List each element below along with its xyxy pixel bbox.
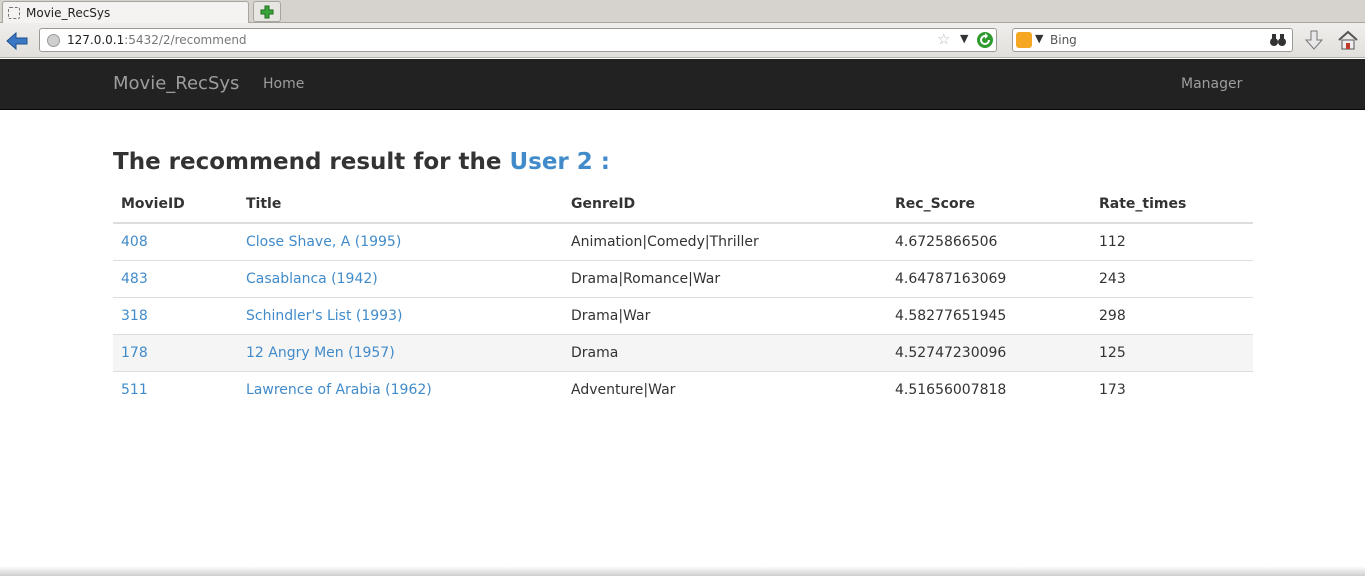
movie-id-link[interactable]: 483 — [121, 271, 148, 287]
plus-icon — [260, 5, 274, 18]
rate-times-cell: 243 — [1091, 259, 1253, 297]
table-row: 178 12 Angry Men (1957) Drama 4.52747230… — [113, 333, 1253, 371]
user-link[interactable]: User 2 : — [509, 149, 610, 175]
table-row: 483 Casablanca (1942) Drama|Romance|War … — [113, 259, 1253, 297]
rate-times-cell: 173 — [1091, 370, 1253, 408]
recommendation-table: MovieID Title GenreID Rec_Score Rate_tim… — [113, 186, 1253, 408]
genre-cell: Adventure|War — [563, 370, 887, 408]
globe-icon — [47, 34, 60, 47]
table-row: 318 Schindler's List (1993) Drama|War 4.… — [113, 296, 1253, 334]
page-icon — [8, 6, 20, 19]
download-arrow-icon[interactable] — [1304, 29, 1324, 51]
table-row: 408 Close Shave, A (1995) Animation|Come… — [113, 222, 1253, 260]
table-header-row: MovieID Title GenreID Rec_Score Rate_tim… — [113, 186, 1253, 224]
nav-manager-link[interactable]: Manager — [1181, 76, 1242, 92]
tab-title: Movie_RecSys — [26, 5, 111, 20]
movie-id-link[interactable]: 408 — [121, 234, 148, 250]
page-title: The recommend result for the User 2 : — [113, 149, 610, 175]
search-input[interactable]: Bing — [1050, 33, 1077, 47]
brand-link[interactable]: Movie_RecSys — [113, 73, 239, 94]
column-header-rec-score: Rec_Score — [887, 186, 1091, 224]
new-tab-button[interactable] — [253, 1, 281, 22]
movie-title-link[interactable]: Close Shave, A (1995) — [246, 234, 401, 250]
page-title-text: The recommend result for the — [113, 149, 510, 175]
rate-times-cell: 125 — [1091, 333, 1253, 371]
movie-title-link[interactable]: Schindler's List (1993) — [246, 308, 402, 324]
url-bar[interactable]: 127.0.0.1:5432/2/recommend ☆ ▼ — [39, 28, 997, 52]
home-icon[interactable] — [1337, 29, 1359, 51]
column-header-genreid: GenreID — [563, 186, 887, 224]
browser-toolbar: 127.0.0.1:5432/2/recommend ☆ ▼ ▼ Bing — [0, 23, 1365, 58]
site-navbar: Movie_RecSys Home Manager — [0, 59, 1365, 110]
back-arrow-icon — [6, 32, 28, 50]
column-header-rate-times: Rate_times — [1091, 186, 1253, 224]
score-cell: 4.6725866506 — [887, 222, 1091, 260]
column-header-title: Title — [238, 186, 563, 224]
rate-times-cell: 298 — [1091, 296, 1253, 334]
reload-icon[interactable] — [976, 31, 994, 49]
search-engine-dropdown-icon[interactable]: ▼ — [1035, 32, 1043, 45]
movie-id-link[interactable]: 178 — [121, 345, 148, 361]
movie-id-link[interactable]: 318 — [121, 308, 148, 324]
url-path: :5432/2/recommend — [124, 33, 247, 47]
score-cell: 4.58277651945 — [887, 296, 1091, 334]
window-bottom-shadow — [0, 566, 1365, 576]
url-text[interactable]: 127.0.0.1:5432/2/recommend — [67, 33, 247, 47]
score-cell: 4.52747230096 — [887, 333, 1091, 371]
url-history-dropdown-icon[interactable]: ▼ — [960, 32, 968, 45]
nav-home-link[interactable]: Home — [263, 76, 304, 92]
genre-cell: Animation|Comedy|Thriller — [563, 222, 887, 260]
genre-cell: Drama|War — [563, 296, 887, 334]
browser-tab-bar: Movie_RecSys — [0, 0, 1365, 23]
rate-times-cell: 112 — [1091, 222, 1253, 260]
movie-title-link[interactable]: Casablanca (1942) — [246, 271, 378, 287]
back-button[interactable] — [6, 30, 28, 52]
movie-id-link[interactable]: 511 — [121, 382, 148, 398]
bookmark-star-icon[interactable]: ☆ — [937, 30, 950, 48]
column-header-movieid: MovieID — [113, 186, 238, 224]
bing-engine-icon[interactable] — [1016, 32, 1032, 48]
score-cell: 4.51656007818 — [887, 370, 1091, 408]
url-host: 127.0.0.1 — [67, 33, 125, 47]
binoculars-icon[interactable] — [1269, 32, 1287, 48]
search-bar[interactable]: ▼ Bing — [1012, 28, 1293, 52]
browser-tab[interactable]: Movie_RecSys — [2, 1, 249, 23]
movie-title-link[interactable]: 12 Angry Men (1957) — [246, 345, 395, 361]
score-cell: 4.64787163069 — [887, 259, 1091, 297]
genre-cell: Drama|Romance|War — [563, 259, 887, 297]
table-row: 511 Lawrence of Arabia (1962) Adventure|… — [113, 370, 1253, 408]
genre-cell: Drama — [563, 333, 887, 371]
movie-title-link[interactable]: Lawrence of Arabia (1962) — [246, 382, 432, 398]
